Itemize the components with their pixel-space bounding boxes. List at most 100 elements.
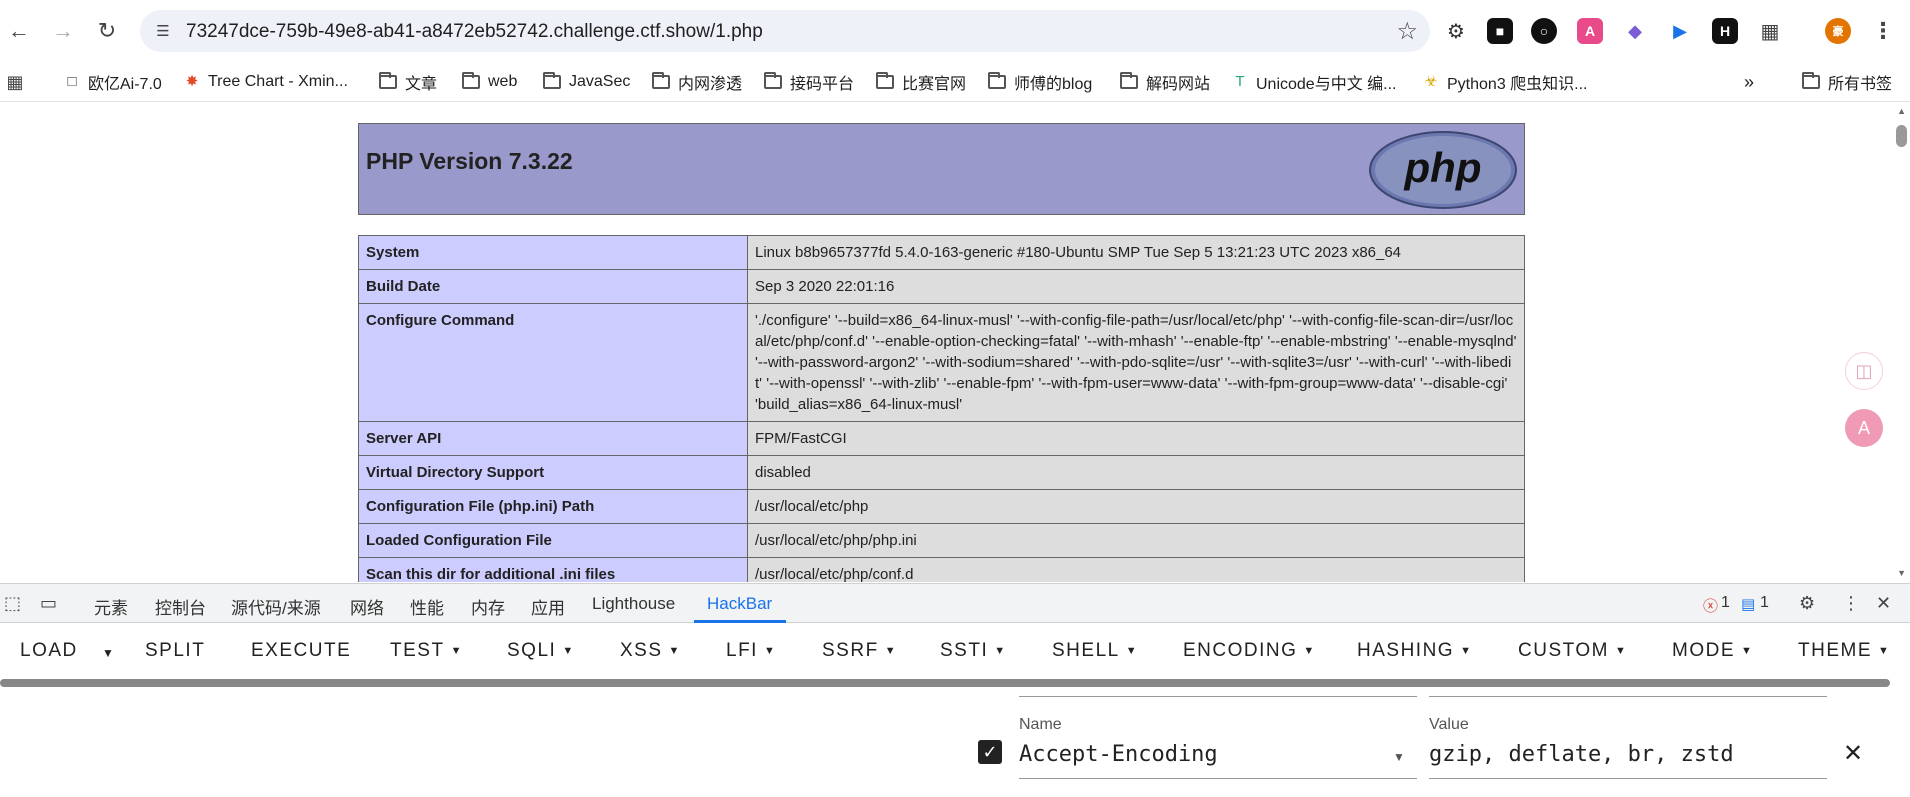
chevron-down-icon: ▼ [668, 644, 681, 657]
chevron-down-icon: ▼ [1125, 644, 1139, 657]
theme-button[interactable]: THEME ▼ [1798, 640, 1890, 662]
tab-memory[interactable]: 内存 [471, 594, 505, 619]
bookmark-unicode[interactable]: T Unicode与中文 编... [1231, 70, 1396, 94]
hackbar-horizontal-scrollbar[interactable] [0, 679, 1890, 687]
chevron-down-icon: ▼ [763, 644, 777, 657]
tab-elements[interactable]: 元素 [94, 594, 128, 619]
translate-float-icon[interactable]: A [1845, 409, 1883, 447]
bookmark-folder-articles[interactable]: 文章 [379, 70, 437, 94]
error-count[interactable]: 1 [1721, 594, 1730, 612]
header-enabled-checkbox[interactable]: ✓ [978, 740, 1002, 764]
php-logo-text: php [1404, 144, 1482, 191]
hackbar-extension-icon[interactable]: H [1712, 18, 1738, 44]
split-button[interactable]: SPLIT [145, 640, 205, 662]
bookmark-python[interactable]: ☣ Python3 爬虫知识... [1422, 70, 1587, 94]
sqli-button[interactable]: SQLI ▼ [507, 640, 575, 662]
site-info-icon[interactable]: ☰ [152, 20, 174, 42]
lfi-button[interactable]: LFI ▼ [726, 640, 776, 662]
browser-toolbar: ← → ↻ ☰ 73247dce-759b-49e8-ab41-a8472eb5… [0, 0, 1910, 62]
scroll-down-icon[interactable]: ▼ [1897, 568, 1906, 578]
shell-button[interactable]: SHELL ▼ [1052, 640, 1138, 662]
bookmark-folder-intranet[interactable]: 内网渗透 [652, 70, 742, 94]
all-bookmarks[interactable]: 所有书签 [1802, 70, 1892, 94]
row-value: disabled [747, 455, 1525, 490]
page-scrollbar[interactable]: ▲ ▼ [1893, 102, 1910, 582]
chevron-down-icon: ▼ [884, 644, 898, 657]
play-extension-icon[interactable]: ▶ [1667, 18, 1693, 44]
reload-icon[interactable]: ↻ [92, 16, 122, 46]
phpinfo-table: System Linux b8b9657377fd 5.4.0-163-gener… [358, 235, 1525, 582]
close-devtools-icon[interactable]: ✕ [1876, 593, 1891, 614]
folder-icon [876, 72, 894, 89]
folder-icon [543, 72, 561, 89]
back-icon[interactable]: ← [4, 16, 34, 46]
table-row: System Linux b8b9657377fd 5.4.0-163-gener… [358, 235, 1525, 270]
header-value-label: Value [1429, 716, 1469, 733]
load-dropdown-icon[interactable]: ▼ [102, 646, 115, 660]
scroll-up-icon[interactable]: ▲ [1897, 106, 1906, 116]
remove-header-close-icon[interactable]: ✕ [1843, 739, 1863, 768]
bookmarks-bar: ▦ □ 欧亿Ai-7.0 ✸ Tree Chart - Xmin... 文章 web… [0, 62, 1910, 102]
xss-button[interactable]: XSS ▼ [620, 640, 681, 662]
bookmark-folder-web[interactable]: web [462, 70, 517, 94]
row-key: System [358, 235, 748, 270]
chevron-down-icon: ▼ [1878, 644, 1891, 657]
mode-button[interactable]: MODE ▼ [1672, 640, 1753, 662]
message-count[interactable]: 1 [1760, 594, 1769, 612]
hashing-button[interactable]: HASHING ▼ [1357, 640, 1472, 662]
bookmark-folder-sms[interactable]: 接码平台 [764, 70, 854, 94]
menu-icon[interactable]: ⋮ [1870, 18, 1896, 44]
previous-name-underline [1019, 696, 1417, 697]
table-row: Scan this dir for additional .ini files /… [358, 557, 1525, 582]
load-button[interactable]: LOAD [20, 640, 78, 662]
forward-icon[interactable]: → [48, 16, 78, 46]
chevron-down-icon: ▼ [562, 644, 575, 657]
execute-button[interactable]: EXECUTE [251, 640, 351, 662]
bookmark-folder-blog[interactable]: 师傅的blog [988, 70, 1092, 94]
tab-application[interactable]: 应用 [531, 594, 565, 619]
ssti-button[interactable]: SSTI ▼ [940, 640, 1007, 662]
bookmark-tree-chart[interactable]: ✸ Tree Chart - Xmin... [183, 70, 348, 94]
tab-performance[interactable]: 性能 [410, 594, 444, 619]
custom-button[interactable]: CUSTOM ▼ [1518, 640, 1627, 662]
profile-avatar[interactable]: 豪 [1825, 18, 1851, 44]
circle-extension-icon[interactable]: ○ [1531, 18, 1557, 44]
tab-lighthouse[interactable]: Lighthouse [592, 594, 675, 614]
devtools-menu-icon[interactable]: ⋮ [1842, 593, 1860, 614]
address-bar[interactable]: ☰ 73247dce-759b-49e8-ab41-a8472eb52742.c… [140, 10, 1430, 52]
tab-network[interactable]: 网络 [350, 594, 384, 619]
settings-gear-icon[interactable]: ⚙ [1799, 593, 1815, 614]
encoding-button[interactable]: ENCODING ▼ [1183, 640, 1316, 662]
ssrf-button[interactable]: SSRF ▼ [822, 640, 897, 662]
header-name-label: Name [1019, 716, 1062, 733]
device-toolbar-icon[interactable]: ▭ [40, 593, 57, 614]
chevron-down-icon[interactable]: ▼ [1393, 750, 1405, 764]
bookmark-star-icon[interactable]: ☆ [1396, 17, 1418, 46]
error-icon[interactable]: ⓧ [1703, 595, 1718, 616]
inspect-element-icon[interactable]: ⬚ [4, 593, 21, 614]
message-icon[interactable]: ▤ [1741, 595, 1755, 613]
url-text[interactable]: 73247dce-759b-49e8-ab41-a8472eb52742.cha… [186, 21, 763, 43]
test-button[interactable]: TEST ▼ [390, 640, 463, 662]
apps-grid-icon[interactable]: ▦ [6, 70, 31, 94]
tab-hackbar[interactable]: HackBar [707, 594, 772, 614]
extension-icon[interactable]: ■ [1487, 18, 1513, 44]
page-scroll-thumb[interactable] [1896, 125, 1907, 147]
bookmark-folder-decode[interactable]: 解码网站 [1120, 70, 1210, 94]
tab-sources[interactable]: 源代码/来源 [231, 594, 321, 619]
extensions-puzzle-icon[interactable]: ▦ [1757, 18, 1783, 44]
chevron-down-icon: ▼ [450, 644, 463, 657]
site-icon: ✸ [185, 73, 199, 90]
header-value-field[interactable]: gzip, deflate, br, zstd [1429, 742, 1734, 767]
bug-extension-icon[interactable]: ⚙ [1443, 18, 1469, 44]
tab-console[interactable]: 控制台 [155, 594, 206, 619]
more-bookmarks-icon[interactable]: » [1744, 70, 1754, 94]
header-name-underline [1019, 778, 1417, 779]
bookmark-folder-contest[interactable]: 比赛官网 [876, 70, 966, 94]
bookmark-folder-javasec[interactable]: JavaSec [543, 70, 630, 94]
bookmark-ai[interactable]: □ 欧亿Ai-7.0 [63, 70, 161, 94]
ai-assistant-icon[interactable]: ◫ [1845, 352, 1883, 390]
translate-extension-icon[interactable]: A [1577, 18, 1603, 44]
cat-extension-icon[interactable]: ◆ [1622, 18, 1648, 44]
header-name-field[interactable]: Accept-Encoding [1019, 742, 1218, 767]
